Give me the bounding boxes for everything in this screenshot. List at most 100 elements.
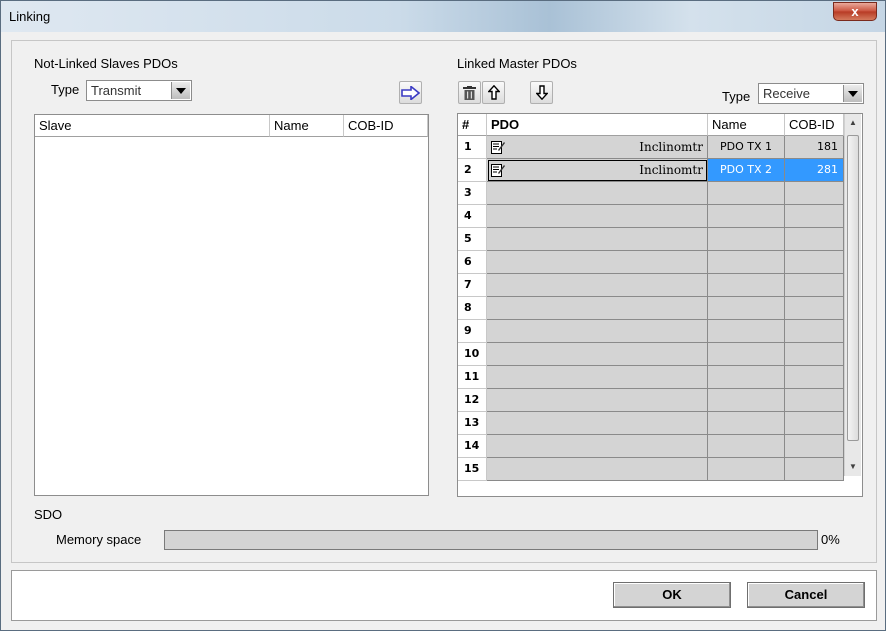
title-bar[interactable]: Linking x [1,1,885,32]
chevron-down-icon[interactable] [171,82,190,99]
cob-id-cell[interactable] [785,366,844,389]
right-type-label: Type [722,89,751,104]
cob-id-cell[interactable] [785,343,844,366]
cob-id-cell[interactable] [785,182,844,205]
linking-window: Linking x Not-Linked Slaves PDOs Type Tr… [0,0,886,631]
right-type-value: Receive [763,86,810,101]
table-row[interactable]: 11 [458,366,862,389]
table-row[interactable]: 1 Inclinomtr PDO TX 1 181 [458,136,862,159]
table-row[interactable]: 7 [458,274,862,297]
pdo-cell[interactable] [487,182,708,205]
edit-icon[interactable] [491,139,505,154]
cob-id-cell[interactable] [785,274,844,297]
cob-id-cell[interactable] [785,435,844,458]
row-number: 15 [458,458,487,481]
column-header-pdo[interactable]: PDO [487,114,708,136]
name-cell[interactable] [708,435,785,458]
cob-id-cell[interactable]: 281 [785,159,844,182]
move-down-button[interactable] [530,81,553,104]
name-cell[interactable] [708,366,785,389]
table-row[interactable]: 5 [458,228,862,251]
window-title: Linking [9,9,51,24]
table-row[interactable]: 15 [458,458,862,481]
table-row[interactable]: 9 [458,320,862,343]
left-type-dropdown[interactable]: Transmit [86,80,192,101]
scrollbar-thumb[interactable] [847,135,859,441]
name-cell[interactable]: PDO TX 2 [708,159,785,182]
memory-space-label: Memory space [56,532,142,547]
pdo-cell[interactable] [487,412,708,435]
name-cell[interactable] [708,320,785,343]
pdo-cell[interactable] [487,274,708,297]
chevron-down-icon[interactable] [843,85,862,102]
column-header-slave[interactable]: Slave [35,115,270,137]
right-type-dropdown[interactable]: Receive [758,83,864,104]
pdo-cell[interactable] [487,297,708,320]
pdo-cell[interactable] [487,251,708,274]
pdo-cell[interactable]: Inclinomtr [487,159,708,182]
cob-id-cell[interactable] [785,297,844,320]
table-row[interactable]: 10 [458,343,862,366]
cob-id-cell[interactable] [785,389,844,412]
name-cell[interactable] [708,297,785,320]
cancel-button[interactable]: Cancel [747,582,865,608]
slaves-table[interactable]: Slave Name COB-ID [34,114,429,496]
cob-id-cell[interactable] [785,205,844,228]
pdo-cell[interactable] [487,458,708,481]
pdo-cell[interactable] [487,343,708,366]
table-row[interactable]: 2 Inclinomtr PDO TX 2 281 [458,159,862,182]
link-button[interactable] [399,81,422,104]
table-scrollbar[interactable]: ▲ ▼ [844,114,861,476]
table-row[interactable]: 12 [458,389,862,412]
name-cell[interactable]: PDO TX 1 [708,136,785,159]
name-cell[interactable] [708,458,785,481]
cob-id-cell[interactable] [785,412,844,435]
pdo-cell[interactable]: Inclinomtr [487,136,708,159]
column-header-cob-id[interactable]: COB-ID [785,114,844,136]
master-pdo-table[interactable]: # PDO Name COB-ID 1 Inclinomtr PDO TX 1 181… [457,113,863,497]
name-cell[interactable] [708,389,785,412]
cob-id-cell[interactable] [785,251,844,274]
table-row[interactable]: 8 [458,297,862,320]
name-cell[interactable] [708,228,785,251]
table-row[interactable]: 14 [458,435,862,458]
pdo-cell[interactable] [487,389,708,412]
delete-icon [463,86,476,100]
name-cell[interactable] [708,182,785,205]
pdo-cell[interactable] [487,205,708,228]
ok-button[interactable]: OK [613,582,731,608]
cob-id-cell[interactable]: 181 [785,136,844,159]
cob-id-cell[interactable] [785,458,844,481]
move-up-button[interactable] [482,81,505,104]
name-cell[interactable] [708,343,785,366]
table-row[interactable]: 13 [458,412,862,435]
name-cell[interactable] [708,274,785,297]
name-cell[interactable] [708,251,785,274]
pdo-cell[interactable] [487,320,708,343]
column-header-number[interactable]: # [458,114,487,136]
edit-icon[interactable] [491,162,505,177]
pdo-cell[interactable] [487,228,708,251]
pdo-label: Inclinomtr [639,163,703,177]
left-type-label: Type [51,82,80,97]
column-header-name[interactable]: Name [708,114,785,136]
delete-button[interactable] [458,81,481,104]
column-header-name[interactable]: Name [270,115,344,137]
memory-percent: 0% [821,532,840,547]
name-cell[interactable] [708,412,785,435]
close-button[interactable]: x [833,2,877,21]
pdo-cell[interactable] [487,435,708,458]
cob-id-cell[interactable] [785,320,844,343]
cob-id-cell[interactable] [785,228,844,251]
pdo-cell[interactable] [487,366,708,389]
row-number: 10 [458,343,487,366]
scroll-down-icon[interactable]: ▼ [845,458,861,476]
row-number: 3 [458,182,487,205]
left-type-value: Transmit [91,83,142,98]
name-cell[interactable] [708,205,785,228]
table-row[interactable]: 4 [458,205,862,228]
table-row[interactable]: 6 [458,251,862,274]
scroll-up-icon[interactable]: ▲ [845,114,861,132]
column-header-cob-id[interactable]: COB-ID [344,115,428,137]
table-row[interactable]: 3 [458,182,862,205]
